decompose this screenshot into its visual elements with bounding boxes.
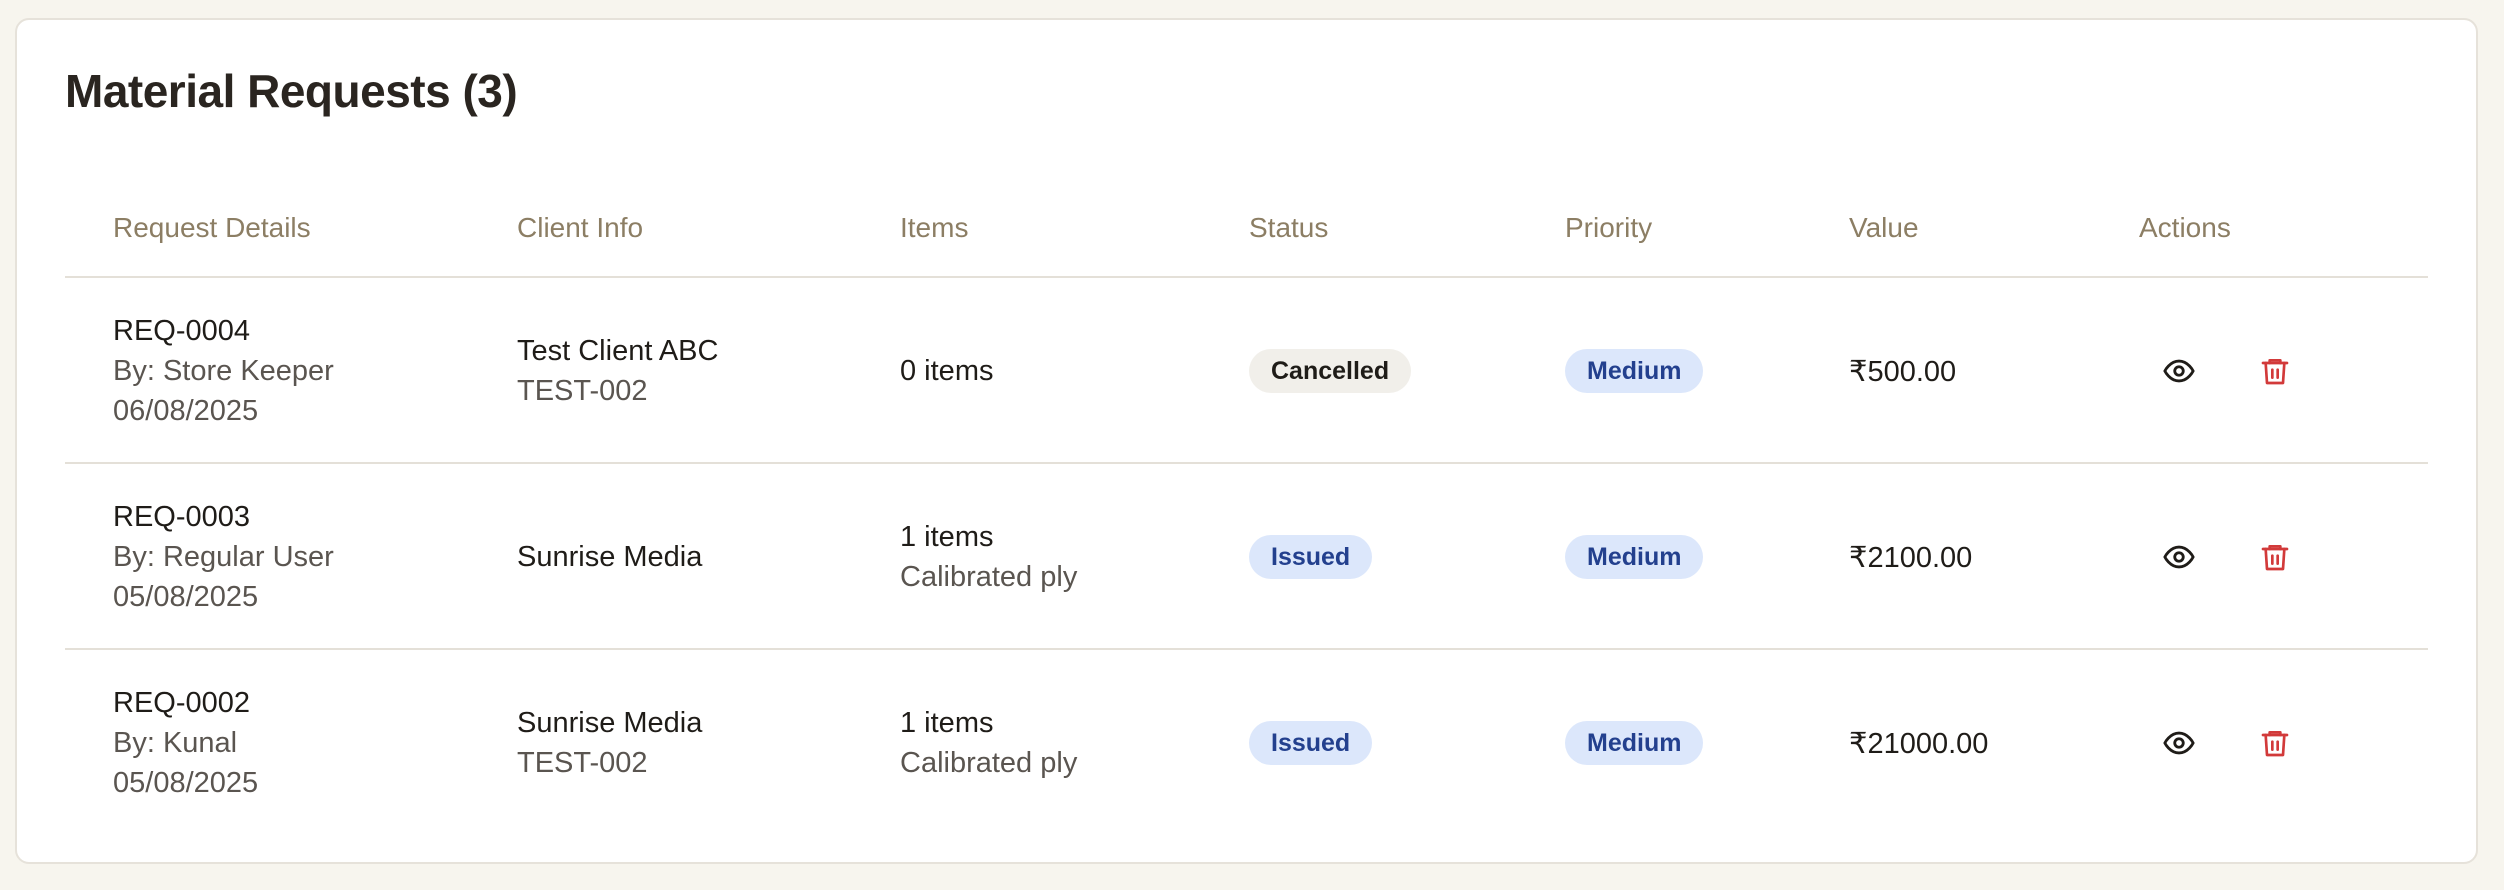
client-info-cell: Test Client ABC TEST-002 (517, 278, 718, 464)
priority-cell: Medium (1565, 278, 1704, 464)
client-code: TEST-002 (517, 375, 648, 407)
priority-badge: Medium (1565, 721, 1704, 765)
view-button[interactable] (2157, 349, 2201, 393)
priority-cell: Medium (1565, 464, 1704, 650)
requested-by: By: Regular User (113, 541, 334, 573)
delete-button[interactable] (2253, 535, 2297, 579)
client-code: TEST-002 (517, 747, 648, 779)
request-id: REQ-0002 (113, 687, 251, 719)
items-count: 1 items (900, 707, 994, 739)
status-badge: Cancelled (1249, 349, 1412, 393)
client-info-cell: Sunrise Media (517, 464, 702, 650)
priority-badge: Medium (1565, 349, 1704, 393)
trash-icon (2261, 545, 2289, 571)
items-cell: 1 items Calibrated ply (900, 650, 1077, 836)
status-badge: Issued (1249, 535, 1373, 579)
table-row[interactable]: REQ-0002 By: Kunal 05/08/2025 Sunrise Me… (65, 650, 2428, 836)
items-cell: 1 items Calibrated ply (900, 464, 1077, 650)
column-header-actions: Actions (2139, 212, 2231, 243)
actions-cell (2157, 278, 2297, 464)
request-date: 06/08/2025 (113, 395, 259, 427)
request-value: ₹500.00 (1849, 355, 1957, 388)
actions-cell (2157, 464, 2297, 650)
trash-icon (2261, 359, 2289, 385)
client-name: Test Client ABC (517, 335, 719, 367)
eye-icon (2163, 359, 2195, 383)
priority-cell: Medium (1565, 650, 1704, 836)
request-details-cell: REQ-0004 By: Store Keeper 06/08/2025 (113, 278, 334, 464)
request-details-cell: REQ-0002 By: Kunal 05/08/2025 (113, 650, 258, 836)
table-row[interactable]: REQ-0004 By: Store Keeper 06/08/2025 Tes… (65, 278, 2428, 464)
status-cell: Cancelled (1249, 278, 1412, 464)
request-date: 05/08/2025 (113, 581, 259, 613)
request-details-cell: REQ-0003 By: Regular User 05/08/2025 (113, 464, 334, 650)
column-header-client-info: Client Info (517, 212, 644, 243)
actions-cell (2157, 650, 2297, 836)
trash-icon (2261, 731, 2289, 757)
items-description: Calibrated ply (900, 747, 1078, 779)
column-header-status: Status (1249, 212, 1329, 243)
request-id: REQ-0003 (113, 501, 251, 533)
items-count: 0 items (900, 355, 994, 387)
status-badge: Issued (1249, 721, 1373, 765)
status-cell: Issued (1249, 464, 1373, 650)
table-header: Request Details Client Info Items Status… (65, 190, 2428, 278)
items-description: Calibrated ply (900, 561, 1078, 593)
column-header-priority: Priority (1565, 212, 1653, 243)
column-header-value: Value (1849, 212, 1919, 243)
delete-button[interactable] (2253, 721, 2297, 765)
priority-badge: Medium (1565, 535, 1704, 579)
value-cell: ₹2100.00 (1849, 464, 1972, 650)
eye-icon (2163, 545, 2195, 569)
request-value: ₹2100.00 (1849, 541, 1973, 574)
requests-table: Request Details Client Info Items Status… (65, 190, 2428, 836)
request-date: 05/08/2025 (113, 767, 259, 799)
request-value: ₹21000.00 (1849, 727, 1989, 760)
value-cell: ₹21000.00 (1849, 650, 1988, 836)
delete-button[interactable] (2253, 349, 2297, 393)
client-info-cell: Sunrise Media TEST-002 (517, 650, 702, 836)
status-cell: Issued (1249, 650, 1373, 836)
requested-by: By: Kunal (113, 727, 238, 759)
value-cell: ₹500.00 (1849, 278, 1956, 464)
view-button[interactable] (2157, 721, 2201, 765)
page-title: Material Requests (3) (65, 65, 518, 117)
column-header-request-details: Request Details (113, 212, 311, 243)
requested-by: By: Store Keeper (113, 355, 334, 387)
items-cell: 0 items (900, 278, 993, 464)
client-name: Sunrise Media (517, 541, 703, 573)
client-name: Sunrise Media (517, 707, 703, 739)
column-header-items: Items (900, 212, 969, 243)
view-button[interactable] (2157, 535, 2201, 579)
items-count: 1 items (900, 521, 994, 553)
table-row[interactable]: REQ-0003 By: Regular User 05/08/2025 Sun… (65, 464, 2428, 650)
material-requests-card: Material Requests (3) Request Details Cl… (15, 18, 2478, 864)
request-id: REQ-0004 (113, 315, 251, 347)
eye-icon (2163, 731, 2195, 755)
